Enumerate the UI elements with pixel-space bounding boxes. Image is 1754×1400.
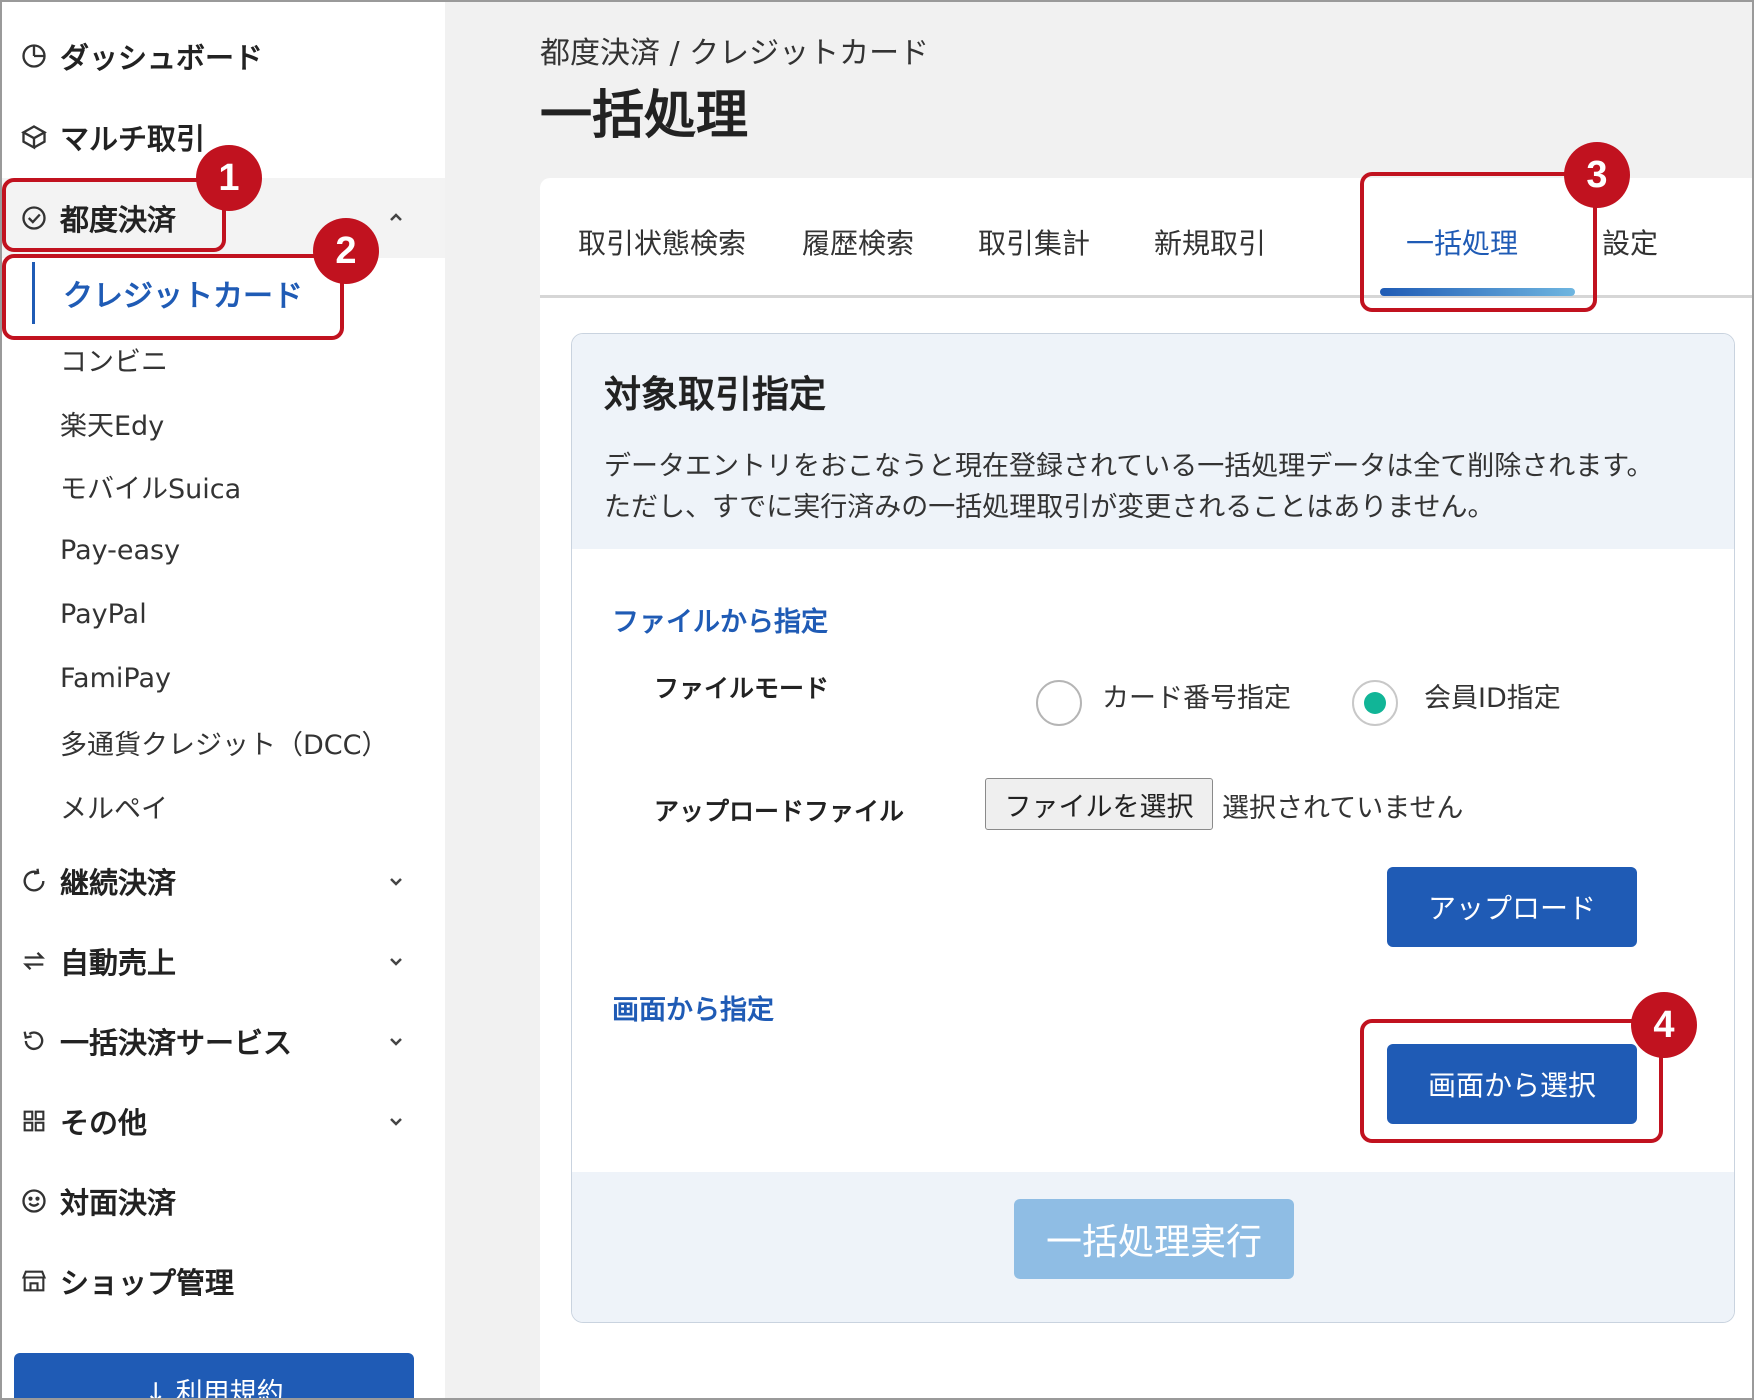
sidebar-item-face-to-face[interactable]: 対面決済 bbox=[0, 1161, 445, 1241]
sidebar-subitem-paypal[interactable]: PayPal bbox=[60, 589, 390, 639]
radio-member-id-label[interactable]: 会員ID指定 bbox=[1424, 676, 1561, 715]
chevron-up-icon bbox=[390, 213, 402, 221]
sidebar-item-label: 対面決済 bbox=[60, 1186, 177, 1220]
shop-icon bbox=[18, 1265, 50, 1297]
tab-new-transaction[interactable]: 新規取引 bbox=[1154, 222, 1266, 262]
callout-number-2: 2 bbox=[313, 218, 379, 284]
choose-file-button[interactable]: ファイルを選択 bbox=[985, 778, 1213, 830]
sidebar-item-label: ショップ管理 bbox=[60, 1266, 235, 1300]
radio-card-number[interactable] bbox=[1036, 680, 1082, 726]
upload-file-label: アップロードファイル bbox=[654, 797, 905, 826]
undo-icon bbox=[18, 1025, 50, 1057]
sidebar-item-shop[interactable]: ショップ管理 bbox=[0, 1241, 445, 1321]
tab-transaction-status[interactable]: 取引状態検索 bbox=[578, 222, 746, 262]
chevron-down-icon bbox=[390, 1118, 402, 1126]
callout-box-1 bbox=[2, 178, 226, 252]
dashboard-icon bbox=[18, 40, 50, 72]
cube-icon bbox=[18, 121, 50, 153]
sidebar-item-bulk-service[interactable]: 一括決済サービス bbox=[0, 1001, 445, 1081]
sidebar-item-other[interactable]: その他 bbox=[0, 1081, 445, 1161]
callout-box-4 bbox=[1360, 1019, 1663, 1143]
sidebar-subitem-suica[interactable]: モバイルSuica bbox=[60, 461, 390, 511]
sidebar-item-label: その他 bbox=[60, 1106, 148, 1140]
execute-bulk-button: 一括処理実行 bbox=[1014, 1199, 1294, 1279]
callout-number-4: 4 bbox=[1631, 992, 1697, 1058]
chevron-down-icon bbox=[390, 1038, 402, 1046]
terms-button[interactable]: ↓ 利用規約 bbox=[14, 1353, 414, 1400]
tab-summary[interactable]: 取引集計 bbox=[978, 222, 1090, 262]
callout-number-3: 3 bbox=[1564, 142, 1630, 208]
sidebar-item-auto-sales[interactable]: 自動売上 bbox=[0, 921, 445, 1001]
file-status-text: 選択されていません bbox=[1222, 793, 1464, 824]
panel-header: 対象取引指定 データエントリをおこなうと現在登録されている一括処理データは全て削… bbox=[572, 334, 1734, 549]
sidebar-subitem-payeasy[interactable]: Pay-easy bbox=[60, 525, 390, 575]
chevron-down-icon bbox=[390, 958, 402, 966]
grid-icon bbox=[18, 1105, 50, 1137]
panel-description: データエントリをおこなうと現在登録されている一括処理データは全て削除されます。 … bbox=[604, 446, 1724, 528]
radio-card-number-label[interactable]: カード番号指定 bbox=[1102, 676, 1291, 715]
tab-history[interactable]: 履歴検索 bbox=[802, 222, 914, 262]
screen-section-title: 画面から指定 bbox=[612, 995, 774, 1026]
file-mode-label: ファイルモード bbox=[654, 674, 830, 703]
breadcrumb[interactable]: 都度決済 / クレジットカード bbox=[540, 28, 929, 72]
target-transaction-panel: 対象取引指定 データエントリをおこなうと現在登録されている一括処理データは全て削… bbox=[571, 333, 1735, 1323]
callout-box-2 bbox=[2, 254, 344, 340]
sidebar-item-dashboard[interactable]: ダッシュボード bbox=[0, 16, 445, 96]
description-line-2: ただし、すでに実行済みの一括処理取引が変更されることはありません。 bbox=[604, 492, 1495, 523]
swap-icon bbox=[18, 945, 50, 977]
panel-title: 対象取引指定 bbox=[604, 373, 826, 416]
upload-button[interactable]: アップロード bbox=[1387, 867, 1637, 947]
file-section-title: ファイルから指定 bbox=[612, 607, 828, 638]
callout-number-1: 1 bbox=[196, 145, 262, 211]
tab-settings[interactable]: 設定 bbox=[1602, 222, 1658, 262]
sidebar-item-label: 自動売上 bbox=[60, 946, 177, 980]
sidebar-subitem-merpay[interactable]: メルペイ bbox=[60, 781, 390, 831]
description-line-1: データエントリをおこなうと現在登録されている一括処理データは全て削除されます。 bbox=[604, 451, 1654, 482]
callout-box-3 bbox=[1360, 172, 1597, 312]
sidebar-subitem-convenience[interactable]: コンビニ bbox=[60, 334, 390, 384]
sidebar-subitem-famipay[interactable]: FamiPay bbox=[60, 653, 390, 703]
sidebar-item-label: マルチ取引 bbox=[60, 122, 206, 156]
sidebar-item-label: 一括決済サービス bbox=[60, 1026, 293, 1060]
sidebar-subitem-dcc[interactable]: 多通貨クレジット（DCC） bbox=[60, 717, 390, 767]
sidebar-subitem-edy[interactable]: 楽天Edy bbox=[60, 398, 390, 448]
refresh-icon bbox=[18, 865, 50, 897]
smile-icon bbox=[18, 1185, 50, 1217]
page-title: 一括処理 bbox=[540, 86, 749, 146]
sidebar-item-label: 継続決済 bbox=[60, 866, 177, 900]
chevron-down-icon bbox=[390, 878, 402, 886]
sidebar-item-label: ダッシュボード bbox=[60, 41, 264, 75]
radio-member-id[interactable] bbox=[1352, 680, 1398, 726]
sidebar-item-recurring[interactable]: 継続決済 bbox=[0, 841, 445, 921]
